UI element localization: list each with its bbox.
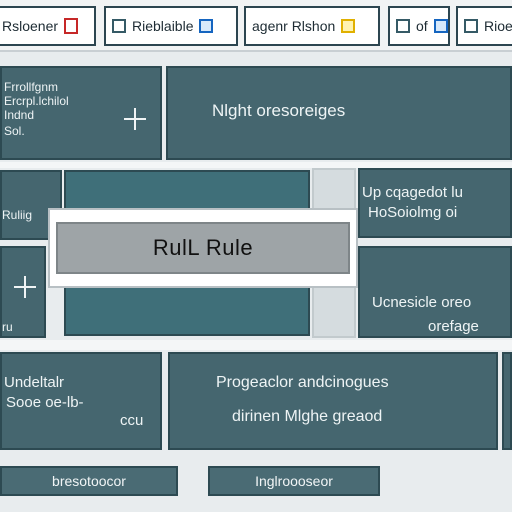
tab-1[interactable]: Rsloener bbox=[0, 6, 96, 46]
panel-bottom-center-line1: Progeaclor andcinogues bbox=[216, 374, 389, 391]
tab-4[interactable]: of bbox=[388, 6, 450, 46]
window-icon-blue bbox=[199, 19, 214, 33]
tab-2[interactable]: Rieblaible bbox=[104, 6, 238, 46]
panel-mid-right-bottom[interactable]: Ucnesicle oreo orefage bbox=[358, 246, 512, 338]
note-icon bbox=[341, 19, 356, 33]
tab-2-label: Rieblaible bbox=[132, 18, 194, 34]
panel-top-left-line1: Frrollfgnm bbox=[4, 80, 59, 94]
tab-1-label: Rsloener bbox=[2, 18, 59, 34]
panel-top-right[interactable]: Nlght oresoreiges bbox=[166, 66, 512, 160]
rule-box[interactable]: RulL Rule bbox=[48, 208, 358, 288]
panel-mid-right-bottom-line1: Ucnesicle oreo bbox=[372, 294, 472, 311]
panel-bottom-center[interactable]: Progeaclor andcinogues dirinen Mlghe gre… bbox=[168, 352, 498, 450]
panel-mid-right-bottom-line2: orefage bbox=[428, 318, 479, 335]
window-icon bbox=[112, 19, 126, 33]
window-icon bbox=[396, 19, 410, 33]
panel-top-left-line2: Ercrpl.lchilol bbox=[4, 94, 69, 108]
window-icon bbox=[464, 19, 478, 33]
panel-mid-right-top[interactable]: Up cqagedot lu HoSoiolmg oi bbox=[358, 168, 512, 238]
file-icon bbox=[64, 18, 79, 34]
tab-strip: Rsloener Rieblaible agenr Rlshon of Rioe bbox=[0, 0, 512, 52]
panel-bottom-center-line2: dirinen Mlghe greaod bbox=[232, 408, 383, 425]
panel-bottom-left-line1: Undeltalr bbox=[4, 374, 65, 391]
tab-5[interactable]: Rioe bbox=[456, 6, 512, 46]
tab-3-label: agenr Rlshon bbox=[252, 18, 336, 34]
panel-mid-right-top-line1: Up cqagedot lu bbox=[362, 184, 463, 201]
tab-5-label: Rioe bbox=[484, 18, 512, 34]
panel-bottom-edge bbox=[502, 352, 512, 450]
right-action-label: Inglroooseor bbox=[255, 473, 333, 489]
panel-bottom-left[interactable]: Undeltalr Sooe oe-lb- ccu bbox=[0, 352, 162, 450]
add-icon[interactable] bbox=[124, 108, 146, 130]
tab-3[interactable]: agenr Rlshon bbox=[244, 6, 380, 46]
tab-4-label: of bbox=[416, 18, 428, 34]
divider bbox=[0, 340, 512, 350]
panel-top-left-line3: Indnd bbox=[4, 108, 35, 122]
rule-field[interactable]: RulL Rule bbox=[56, 222, 350, 274]
left-action-label: bresotoocor bbox=[52, 473, 126, 489]
rule-label: RulL Rule bbox=[152, 235, 254, 260]
panel-mid-left-bottom-text: ru bbox=[2, 320, 13, 334]
panel-bottom-left-line2: Sooe oe-lb- bbox=[6, 394, 84, 411]
window-icon-blue bbox=[433, 19, 448, 33]
panel-mid-right-top-line2: HoSoiolmg oi bbox=[368, 204, 458, 221]
panel-mid-left-bottom[interactable]: ru bbox=[0, 246, 46, 338]
add-icon[interactable] bbox=[14, 276, 36, 298]
panel-top-left[interactable]: Frrollfgnm Ercrpl.lchilol Indnd Sol. bbox=[0, 66, 162, 160]
right-action-button[interactable]: Inglroooseor bbox=[208, 466, 380, 496]
left-action-button[interactable]: bresotoocor bbox=[0, 466, 178, 496]
panel-bottom-left-line3: ccu bbox=[120, 412, 144, 429]
panel-top-left-line4: Sol. bbox=[4, 124, 25, 138]
panel-mid-left-top-text: Ruliig bbox=[2, 208, 33, 222]
panel-top-right-text: Nlght oresoreiges bbox=[212, 101, 346, 120]
